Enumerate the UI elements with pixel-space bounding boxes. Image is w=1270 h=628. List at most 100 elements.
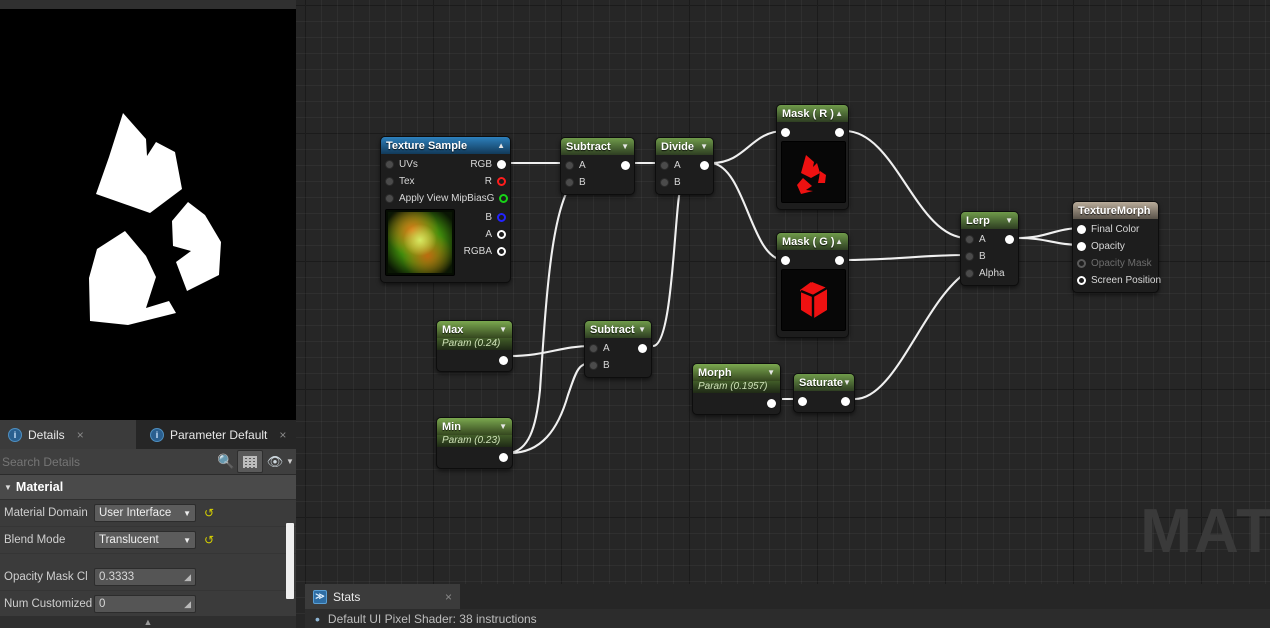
pin-row-mipbias[interactable]: Apply View MipBias G	[381, 190, 510, 207]
node-saturate[interactable]: Saturate ▼	[793, 373, 855, 413]
pin-row-morph-out[interactable]	[693, 395, 780, 411]
pin-out-g[interactable]	[499, 194, 508, 203]
pin-row-a[interactable]: A	[585, 340, 651, 357]
chevron-down-icon[interactable]: ▼	[284, 457, 296, 466]
material-domain-dropdown[interactable]: User Interface ▼	[94, 504, 196, 522]
pin-out-lerp[interactable]	[1005, 235, 1014, 244]
grid-view-icon[interactable]	[237, 450, 263, 473]
pin-out-b[interactable]	[497, 213, 506, 222]
pin-out-rgba[interactable]	[497, 247, 506, 256]
pin-row-saturate[interactable]	[794, 393, 854, 409]
blend-mode-dropdown[interactable]: Translucent ▼	[94, 531, 196, 549]
pin-out-result[interactable]	[700, 161, 709, 170]
pin-in-tex[interactable]	[385, 177, 394, 186]
pin-in-mask-g[interactable]	[781, 256, 790, 265]
pin-row-mask-r[interactable]	[777, 125, 848, 139]
pin-row-lerp-b[interactable]: B	[961, 248, 1018, 265]
node-subtract-mid-header[interactable]: Subtract ▼	[585, 321, 651, 338]
tab-parameter-default-close-icon[interactable]: ×	[279, 429, 286, 441]
pin-in-a[interactable]	[589, 344, 598, 353]
pin-out-morph[interactable]	[767, 399, 776, 408]
pin-in-final-color[interactable]	[1077, 225, 1086, 234]
pin-row-screen-position[interactable]: Screen Position	[1073, 272, 1158, 289]
node-texture-morph-header[interactable]: TextureMorph	[1073, 202, 1158, 219]
num-customized-input[interactable]: 0 ◢	[94, 595, 196, 613]
pin-row-mask-g[interactable]	[777, 253, 848, 267]
chevron-up-icon[interactable]: ▲	[835, 237, 843, 246]
node-mask-g-header[interactable]: Mask ( G ) ▲	[777, 233, 848, 250]
pin-in-opacity-mask[interactable]	[1077, 259, 1086, 268]
opacity-mask-clip-input[interactable]: 0.3333 ◢	[94, 568, 196, 586]
pin-in-a[interactable]	[660, 161, 669, 170]
pin-out-max[interactable]	[499, 356, 508, 365]
chevron-down-icon[interactable]: ▼	[767, 368, 775, 377]
panel-resize-grip[interactable]: ▲	[0, 616, 296, 628]
pin-row-a[interactable]: A	[450, 226, 510, 243]
pin-in-b[interactable]	[965, 252, 974, 261]
node-texture-sample-header[interactable]: Texture Sample ▲	[381, 137, 510, 154]
drag-handle-icon[interactable]: ◢	[184, 599, 191, 610]
pin-row-lerp-alpha[interactable]: Alpha	[961, 265, 1018, 282]
node-subtract-top-header[interactable]: Subtract ▼	[561, 138, 634, 155]
pin-in-a[interactable]	[965, 235, 974, 244]
revert-icon[interactable]: ↺	[204, 507, 214, 519]
node-divide-header[interactable]: Divide ▼	[656, 138, 713, 155]
chevron-down-icon[interactable]: ▼	[638, 325, 646, 334]
eye-icon[interactable]: 👁	[266, 455, 284, 469]
pin-out-mask-r[interactable]	[835, 128, 844, 137]
pin-out-r[interactable]	[497, 177, 506, 186]
node-min-param-header[interactable]: Min ▼	[437, 418, 512, 435]
node-mask-g[interactable]: Mask ( G ) ▲	[776, 232, 849, 338]
pin-in-saturate[interactable]	[798, 397, 807, 406]
chevron-down-icon[interactable]: ▼	[621, 142, 629, 151]
tab-details-close-icon[interactable]: ×	[77, 429, 84, 441]
node-morph-param-header[interactable]: Morph ▼	[693, 364, 780, 381]
pin-row-a[interactable]: A	[561, 157, 634, 174]
pin-out-rgb[interactable]	[497, 160, 506, 169]
pin-in-screen-position[interactable]	[1077, 276, 1086, 285]
chevron-down-icon[interactable]: ▼	[499, 325, 507, 334]
chevron-down-icon[interactable]: ▼	[499, 422, 507, 431]
node-lerp[interactable]: Lerp ▼ A B Alpha	[960, 211, 1019, 286]
details-scrollbar[interactable]	[286, 523, 294, 599]
search-icon[interactable]: 🔍	[215, 451, 237, 473]
pin-row-b[interactable]: B	[450, 209, 510, 226]
pin-out-a[interactable]	[497, 230, 506, 239]
chevron-up-icon[interactable]: ▲	[835, 109, 843, 118]
pin-row-final-color[interactable]: Final Color	[1073, 221, 1158, 238]
pin-in-uvs[interactable]	[385, 160, 394, 169]
node-mask-r-header[interactable]: Mask ( R ) ▲	[777, 105, 848, 122]
node-morph-param[interactable]: Morph ▼ Param (0.1957)	[692, 363, 781, 415]
material-graph-canvas[interactable]: MAT	[296, 0, 1270, 628]
node-min-param[interactable]: Min ▼ Param (0.23)	[436, 417, 513, 469]
node-divide[interactable]: Divide ▼ A B	[655, 137, 714, 195]
node-saturate-header[interactable]: Saturate ▼	[794, 374, 854, 391]
chevron-down-icon[interactable]: ▼	[700, 142, 708, 151]
node-max-param[interactable]: Max ▼ Param (0.24)	[436, 320, 513, 372]
pin-row-rgba[interactable]: RGBA	[450, 243, 510, 260]
pin-row-uvs[interactable]: UVs RGB	[381, 156, 510, 173]
pin-in-mask-r[interactable]	[781, 128, 790, 137]
node-subtract-mid[interactable]: Subtract ▼ A B	[584, 320, 652, 378]
pin-in-a[interactable]	[565, 161, 574, 170]
tab-parameter-default[interactable]: i Parameter Default ×	[142, 420, 296, 449]
node-mask-r[interactable]: Mask ( R ) ▲	[776, 104, 849, 210]
pin-row-min-out[interactable]	[437, 449, 512, 465]
chevron-down-icon[interactable]: ▼	[1005, 216, 1013, 225]
search-details-input[interactable]	[0, 454, 215, 470]
pin-row-a[interactable]: A	[656, 157, 713, 174]
chevron-down-icon[interactable]: ▼	[843, 378, 851, 387]
pin-in-alpha[interactable]	[965, 269, 974, 278]
node-texture-morph-output[interactable]: TextureMorph Final Color Opacity Opacity…	[1072, 201, 1159, 293]
pin-row-b[interactable]: B	[656, 174, 713, 191]
chevron-up-icon[interactable]: ▲	[497, 141, 505, 150]
pin-out-mask-g[interactable]	[835, 256, 844, 265]
pin-out-result[interactable]	[621, 161, 630, 170]
drag-handle-icon[interactable]: ◢	[184, 572, 191, 583]
revert-icon[interactable]: ↺	[204, 534, 214, 546]
section-material[interactable]: ▼ Material	[0, 475, 296, 500]
pin-in-b[interactable]	[660, 178, 669, 187]
material-preview-viewport[interactable]	[0, 0, 296, 420]
pin-row-b[interactable]: B	[585, 357, 651, 374]
pin-row-b[interactable]: B	[561, 174, 634, 191]
